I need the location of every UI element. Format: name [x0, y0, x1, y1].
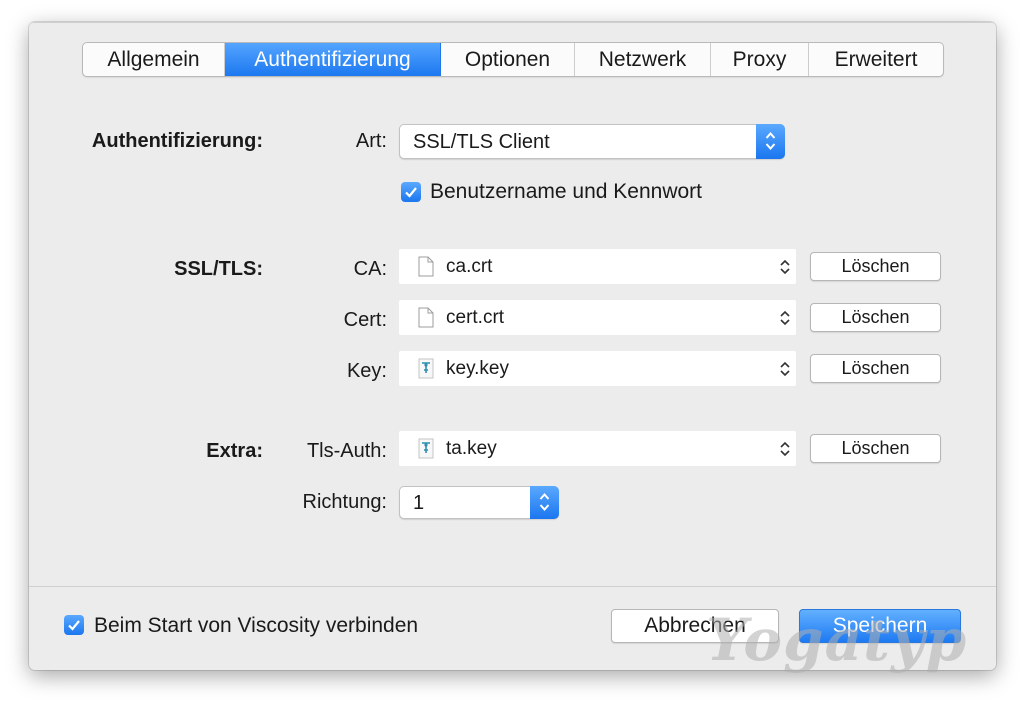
footer-separator	[29, 586, 996, 587]
key-delete-button[interactable]: Löschen	[810, 354, 941, 383]
tlsauth-label: Tls-Auth:	[306, 440, 387, 462]
direction-popup[interactable]: 1	[399, 486, 559, 519]
auth-type-label: Art:	[355, 130, 387, 152]
tab-authentifizierung[interactable]: Authentifizierung	[225, 43, 441, 76]
tab-allgemein[interactable]: Allgemein	[83, 43, 225, 76]
auth-type-popup[interactable]: SSL/TLS Client	[399, 124, 785, 159]
autoconnect-label: Beim Start von Viscosity verbinden	[94, 614, 419, 637]
auth-section-label: Authentifizierung:	[91, 130, 263, 152]
tlsauth-file-name: ta.key	[446, 438, 497, 459]
cert-delete-button[interactable]: Löschen	[810, 303, 941, 332]
cert-label: Cert:	[343, 309, 387, 331]
ca-file-name: ca.crt	[446, 256, 493, 277]
key-file-field[interactable]: key.key	[399, 351, 796, 386]
title-separator	[29, 22, 996, 23]
key-file-icon	[418, 358, 434, 384]
tab-optionen[interactable]: Optionen	[441, 43, 575, 76]
preferences-window: Allgemein Authentifizierung Optionen Net…	[29, 22, 996, 670]
key-label: Key:	[346, 360, 387, 382]
ssl-section-label: SSL/TLS:	[174, 258, 263, 280]
userpass-checkbox[interactable]	[401, 182, 421, 202]
direction-value: 1	[413, 492, 425, 514]
tab-netzwerk[interactable]: Netzwerk	[575, 43, 711, 76]
updown-arrows-icon	[779, 309, 791, 332]
ca-delete-button[interactable]: Löschen	[810, 252, 941, 281]
key-file-name: key.key	[446, 358, 510, 379]
autoconnect-checkbox[interactable]	[64, 615, 84, 635]
document-icon	[418, 256, 434, 282]
cert-file-field[interactable]: cert.crt	[399, 300, 796, 335]
popup-stepper-icon	[530, 486, 559, 519]
ca-file-field[interactable]: ca.crt	[399, 249, 796, 284]
tab-proxy[interactable]: Proxy	[711, 43, 809, 76]
ca-label: CA:	[353, 258, 387, 280]
updown-arrows-icon	[779, 440, 791, 463]
cert-file-name: cert.crt	[446, 307, 505, 328]
tlsauth-file-field[interactable]: ta.key	[399, 431, 796, 466]
userpass-label: Benutzername und Kennwort	[430, 180, 703, 203]
popup-stepper-icon	[756, 124, 785, 159]
extra-section-label: Extra:	[206, 440, 263, 462]
key-file-icon	[418, 438, 434, 464]
watermark: Yogatyp	[706, 606, 968, 674]
tlsauth-delete-button[interactable]: Löschen	[810, 434, 941, 463]
tab-erweitert[interactable]: Erweitert	[809, 43, 943, 76]
auth-type-value: SSL/TLS Client	[413, 131, 550, 153]
updown-arrows-icon	[779, 258, 791, 281]
tab-bar: Allgemein Authentifizierung Optionen Net…	[82, 42, 944, 77]
updown-arrows-icon	[779, 360, 791, 383]
document-icon	[418, 307, 434, 333]
direction-label: Richtung:	[302, 491, 388, 513]
